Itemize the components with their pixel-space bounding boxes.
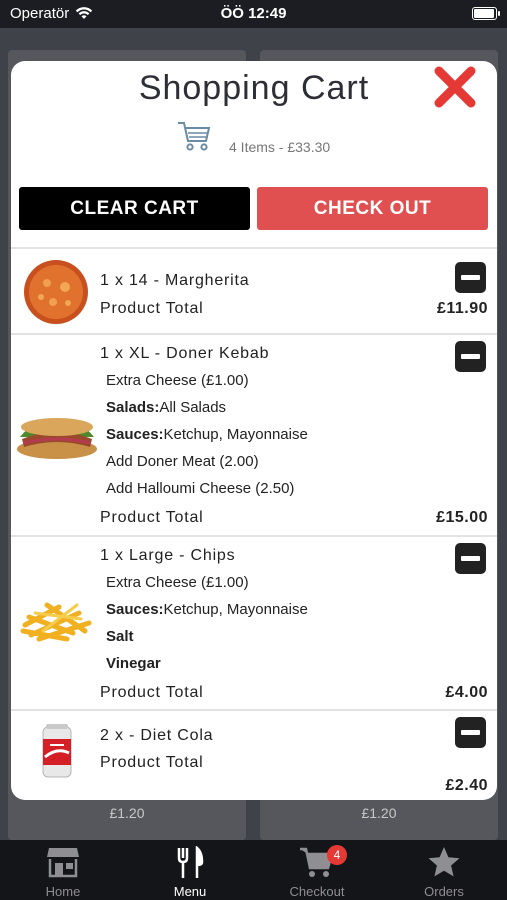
tab-home[interactable]: Home [0, 840, 126, 900]
cart-icon [178, 122, 211, 151]
product-total-label: Product Total [100, 509, 204, 526]
item-title: 1 x 14 - Margherita [100, 272, 250, 289]
tab-menu[interactable]: Menu [127, 840, 253, 900]
tab-label: Orders [424, 884, 464, 899]
menu-card-price: £1.20 [109, 805, 145, 821]
remove-item-button[interactable] [455, 717, 486, 748]
cart-item: 1 x XL - Doner Kebab Extra Cheese (£1.00… [11, 335, 497, 535]
cart-summary: 4 Items - £33.30 [11, 119, 497, 159]
product-total-value: £2.40 [445, 777, 488, 794]
remove-item-button[interactable] [455, 262, 486, 293]
modal-title: Shopping Cart [138, 69, 370, 107]
tab-orders[interactable]: Orders [381, 840, 507, 900]
item-option: Add Doner Meat (2.00) [106, 453, 259, 470]
status-bar: Operatör ÖÖ 12:49 [0, 0, 507, 28]
fork-knife-icon [177, 846, 204, 878]
item-option: Extra Cheese (£1.00) [106, 372, 249, 389]
cart-summary-text: 4 Items - £33.30 [229, 139, 331, 155]
item-option: Sauces:Ketchup, Mayonnaise [106, 426, 308, 443]
chips-image [20, 602, 92, 642]
tab-bar: Home Menu 4 Checkout Orders [0, 840, 507, 900]
cart-item: 2 x - Diet Cola Product Total £2.40 [11, 711, 497, 800]
store-icon [47, 848, 79, 878]
item-option: Add Halloumi Cheese (2.50) [106, 480, 295, 497]
close-icon [434, 66, 476, 108]
tab-label: Checkout [289, 884, 345, 899]
close-button[interactable] [433, 65, 477, 109]
item-title: 1 x Large - Chips [100, 547, 236, 564]
item-option: Extra Cheese (£1.00) [106, 574, 249, 591]
item-title: 2 x - Diet Cola [100, 727, 214, 744]
cola-can-image [42, 724, 72, 778]
remove-item-button[interactable] [455, 543, 486, 574]
cart-item: 1 x 14 - Margherita Product Total £11.90 [11, 247, 497, 332]
item-option: Salads:All Salads [106, 399, 227, 416]
item-option: Vinegar [106, 655, 161, 672]
shopping-cart-modal: Shopping Cart 4 Items - £33.30 CLEAR CAR… [11, 61, 497, 800]
cart-item: 1 x Large - Chips Extra Cheese (£1.00) S… [11, 537, 497, 709]
pizza-image [24, 260, 88, 324]
product-total-value: £4.00 [445, 684, 488, 701]
remove-item-button[interactable] [455, 341, 486, 372]
kebab-image [17, 418, 97, 459]
product-total-label: Product Total [100, 754, 204, 771]
tab-label: Home [45, 884, 81, 899]
item-title: 1 x XL - Doner Kebab [100, 345, 270, 362]
item-option: Salt [106, 628, 134, 645]
status-time: ÖÖ 12:49 [220, 5, 287, 22]
clear-cart-button[interactable]: CLEAR CART [19, 187, 250, 230]
tab-checkout[interactable]: 4 Checkout [254, 840, 380, 900]
tab-label: Menu [173, 884, 207, 899]
product-total-value: £15.00 [436, 509, 488, 526]
battery-icon [472, 7, 500, 20]
checkout-button[interactable]: CHECK OUT [257, 187, 488, 230]
star-icon [428, 847, 460, 877]
item-option: Sauces:Ketchup, Mayonnaise [106, 601, 308, 618]
product-total-label: Product Total [100, 684, 204, 701]
menu-card-price: £1.20 [361, 805, 397, 821]
product-total-label: Product Total [100, 300, 204, 317]
checkout-badge: 4 [327, 845, 347, 865]
product-total-value: £11.90 [436, 300, 488, 317]
